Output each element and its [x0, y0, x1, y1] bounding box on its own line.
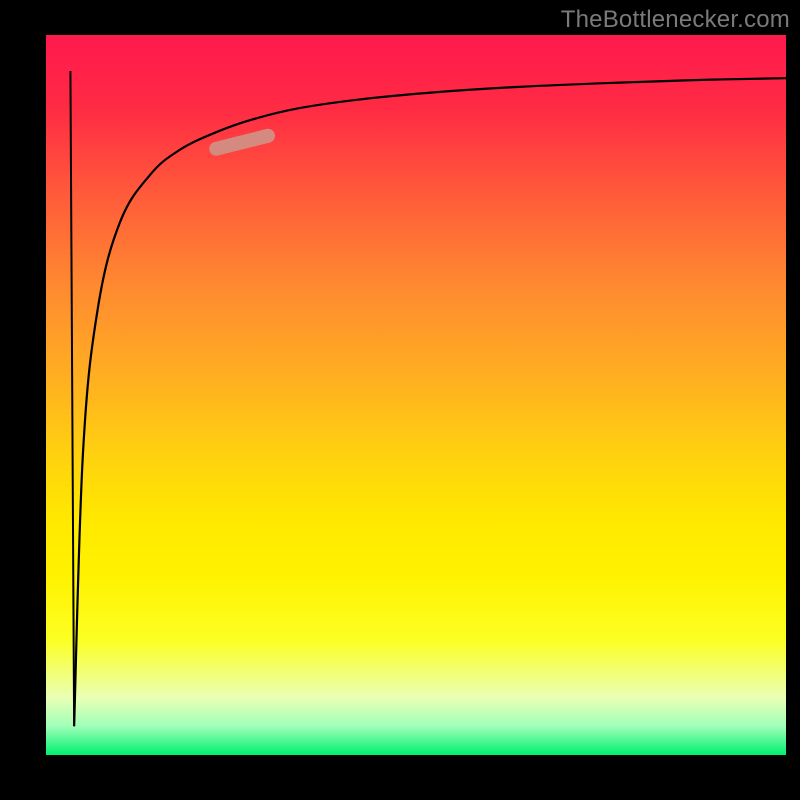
watermark-text: TheBottlenecker.com: [561, 6, 790, 34]
highlight-segment: [216, 136, 268, 149]
chart-canvas: [46, 35, 786, 755]
series-left-drop: [70, 71, 74, 726]
series-curve: [74, 78, 786, 726]
